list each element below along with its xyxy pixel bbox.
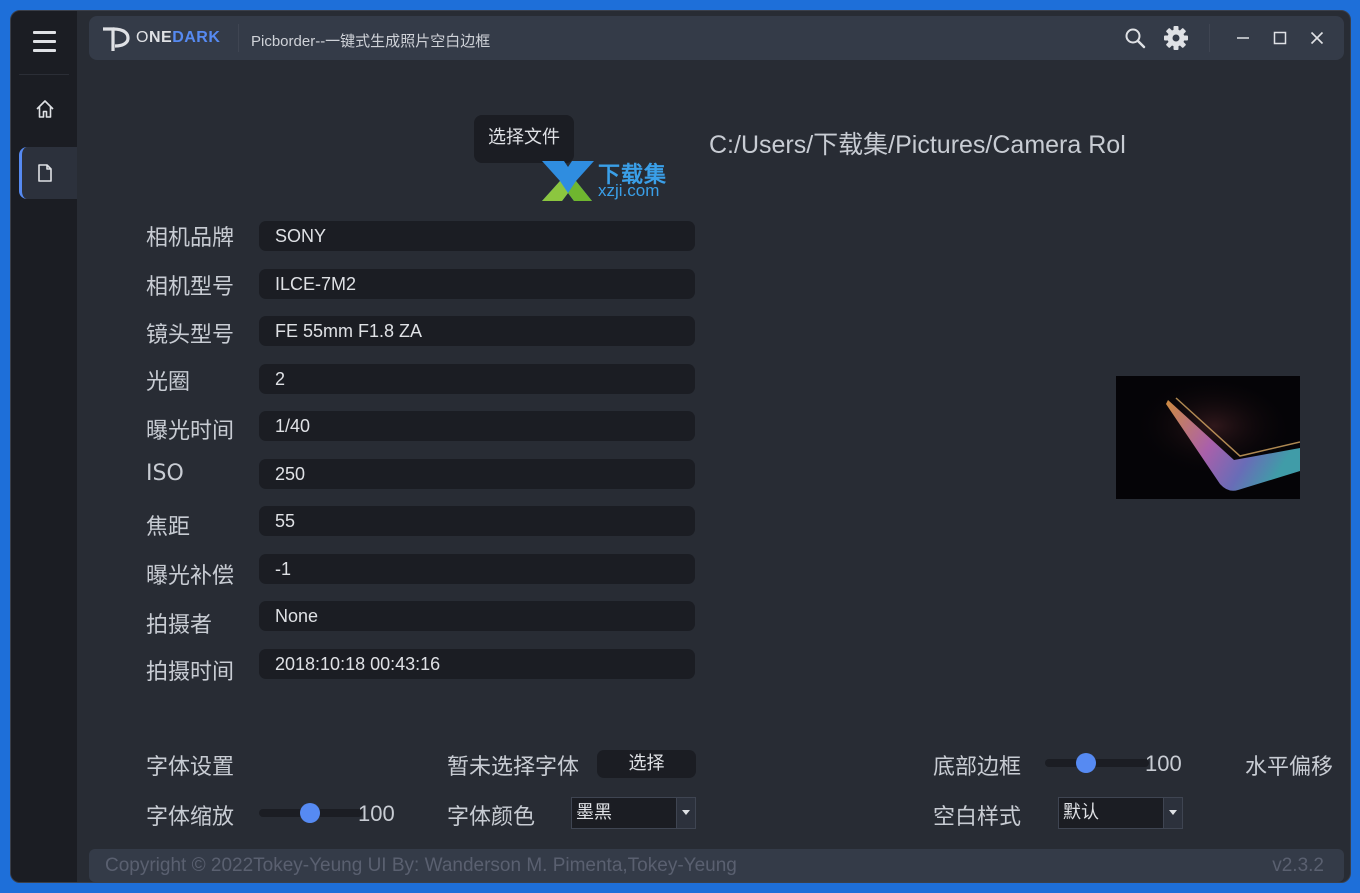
field-label: 相机品牌 bbox=[146, 226, 235, 251]
sidebar-item-home[interactable] bbox=[11, 83, 77, 135]
exposure-compensation-field[interactable]: -1 bbox=[259, 554, 695, 584]
file-icon bbox=[38, 164, 52, 182]
brand-name: ONEDARK bbox=[136, 29, 220, 47]
file-path-label: C:/Users/下载集/Pictures/Camera Rol bbox=[709, 131, 1126, 159]
slider-handle[interactable] bbox=[1076, 753, 1096, 773]
watermark: 下载集 xzji.com bbox=[540, 157, 690, 203]
focal-length-field[interactable]: 55 bbox=[259, 506, 695, 536]
iso-field[interactable]: 250 bbox=[259, 459, 695, 489]
select-file-button[interactable]: 选择文件 bbox=[474, 115, 574, 163]
menu-toggle-button[interactable] bbox=[11, 11, 77, 73]
capture-time-field[interactable]: 2018:10:18 00:43:16 bbox=[259, 649, 695, 679]
font-settings-label: 字体设置 bbox=[146, 755, 235, 780]
choose-font-button[interactable]: 选择 bbox=[597, 750, 696, 778]
font-scale-value: 100 bbox=[358, 801, 395, 826]
chevron-down-icon bbox=[676, 798, 695, 828]
font-scale-label: 字体缩放 bbox=[146, 805, 235, 830]
gear-icon[interactable] bbox=[1162, 24, 1190, 52]
minimize-icon[interactable] bbox=[1233, 28, 1253, 48]
font-color-select[interactable]: 墨黑 bbox=[571, 797, 696, 829]
chevron-down-icon bbox=[1163, 798, 1182, 828]
blank-style-select-value: 默认 bbox=[1063, 802, 1099, 823]
field-label: 拍摄者 bbox=[146, 613, 213, 638]
slider-handle[interactable] bbox=[300, 803, 320, 823]
photographer-field[interactable]: None bbox=[259, 601, 695, 631]
copyright-text: Copyright © 2022Tokey-Yeung UI By: Wande… bbox=[105, 855, 737, 876]
aperture-field[interactable]: 2 bbox=[259, 364, 695, 394]
field-label: 焦距 bbox=[146, 515, 191, 540]
brand-name-accent: DARK bbox=[172, 29, 221, 46]
blank-style-select[interactable]: 默认 bbox=[1058, 797, 1183, 829]
field-label: 相机型号 bbox=[146, 275, 235, 300]
photo-preview-image bbox=[1116, 376, 1300, 499]
bottom-border-value: 100 bbox=[1145, 751, 1182, 776]
lens-model-field[interactable]: FE 55mm F1.8 ZA bbox=[259, 316, 695, 346]
home-icon bbox=[36, 100, 54, 118]
camera-model-field[interactable]: ILCE-7M2 bbox=[259, 269, 695, 299]
watermark-url: xzji.com bbox=[598, 181, 660, 200]
blank-style-label: 空白样式 bbox=[933, 805, 1022, 830]
font-color-label: 字体颜色 bbox=[447, 805, 536, 830]
slider-track bbox=[1045, 759, 1149, 767]
watermark-logo-icon bbox=[542, 161, 594, 201]
brand-prefix: O bbox=[136, 29, 149, 46]
app-window: ONEDARK Picborder--一键式生成照片空白边框 选择文件 C:/U… bbox=[10, 10, 1351, 883]
window-title: Picborder--一键式生成照片空白边框 bbox=[251, 33, 491, 50]
sidebar bbox=[11, 11, 77, 882]
menu-icon-bar bbox=[33, 49, 56, 52]
field-label: 镜头型号 bbox=[146, 323, 235, 348]
sidebar-item-file[interactable] bbox=[19, 147, 77, 199]
field-label: 曝光时间 bbox=[146, 419, 235, 444]
exposure-time-field[interactable]: 1/40 bbox=[259, 411, 695, 441]
search-icon[interactable] bbox=[1123, 26, 1147, 50]
title-bar: ONEDARK Picborder--一键式生成照片空白边框 bbox=[89, 16, 1344, 60]
footer-bar: Copyright © 2022Tokey-Yeung UI By: Wande… bbox=[89, 849, 1344, 882]
bottom-border-label: 底部边框 bbox=[933, 755, 1022, 780]
menu-icon-bar bbox=[33, 40, 56, 43]
font-scale-slider[interactable] bbox=[259, 800, 363, 826]
sidebar-divider bbox=[19, 74, 69, 75]
field-label: 曝光补偿 bbox=[146, 564, 235, 589]
brand-name-part: NE bbox=[148, 29, 173, 46]
close-icon[interactable] bbox=[1307, 28, 1327, 48]
menu-icon bbox=[33, 31, 56, 34]
maximize-icon[interactable] bbox=[1270, 28, 1290, 48]
field-label: ISO bbox=[146, 461, 184, 486]
title-divider bbox=[238, 24, 239, 52]
no-font-selected-label: 暂未选择字体 bbox=[447, 755, 580, 780]
titlebar-divider bbox=[1209, 24, 1210, 52]
bottom-border-slider[interactable] bbox=[1045, 750, 1149, 776]
photo-preview bbox=[1116, 376, 1300, 499]
horizontal-offset-label: 水平偏移 bbox=[1245, 755, 1334, 780]
field-label: 光圈 bbox=[146, 370, 191, 395]
font-color-select-value: 墨黑 bbox=[576, 802, 612, 823]
version-label: v2.3.2 bbox=[1272, 855, 1324, 876]
field-label: 拍摄时间 bbox=[146, 660, 235, 685]
onedark-logo bbox=[103, 27, 130, 51]
camera-brand-field[interactable]: SONY bbox=[259, 221, 695, 251]
